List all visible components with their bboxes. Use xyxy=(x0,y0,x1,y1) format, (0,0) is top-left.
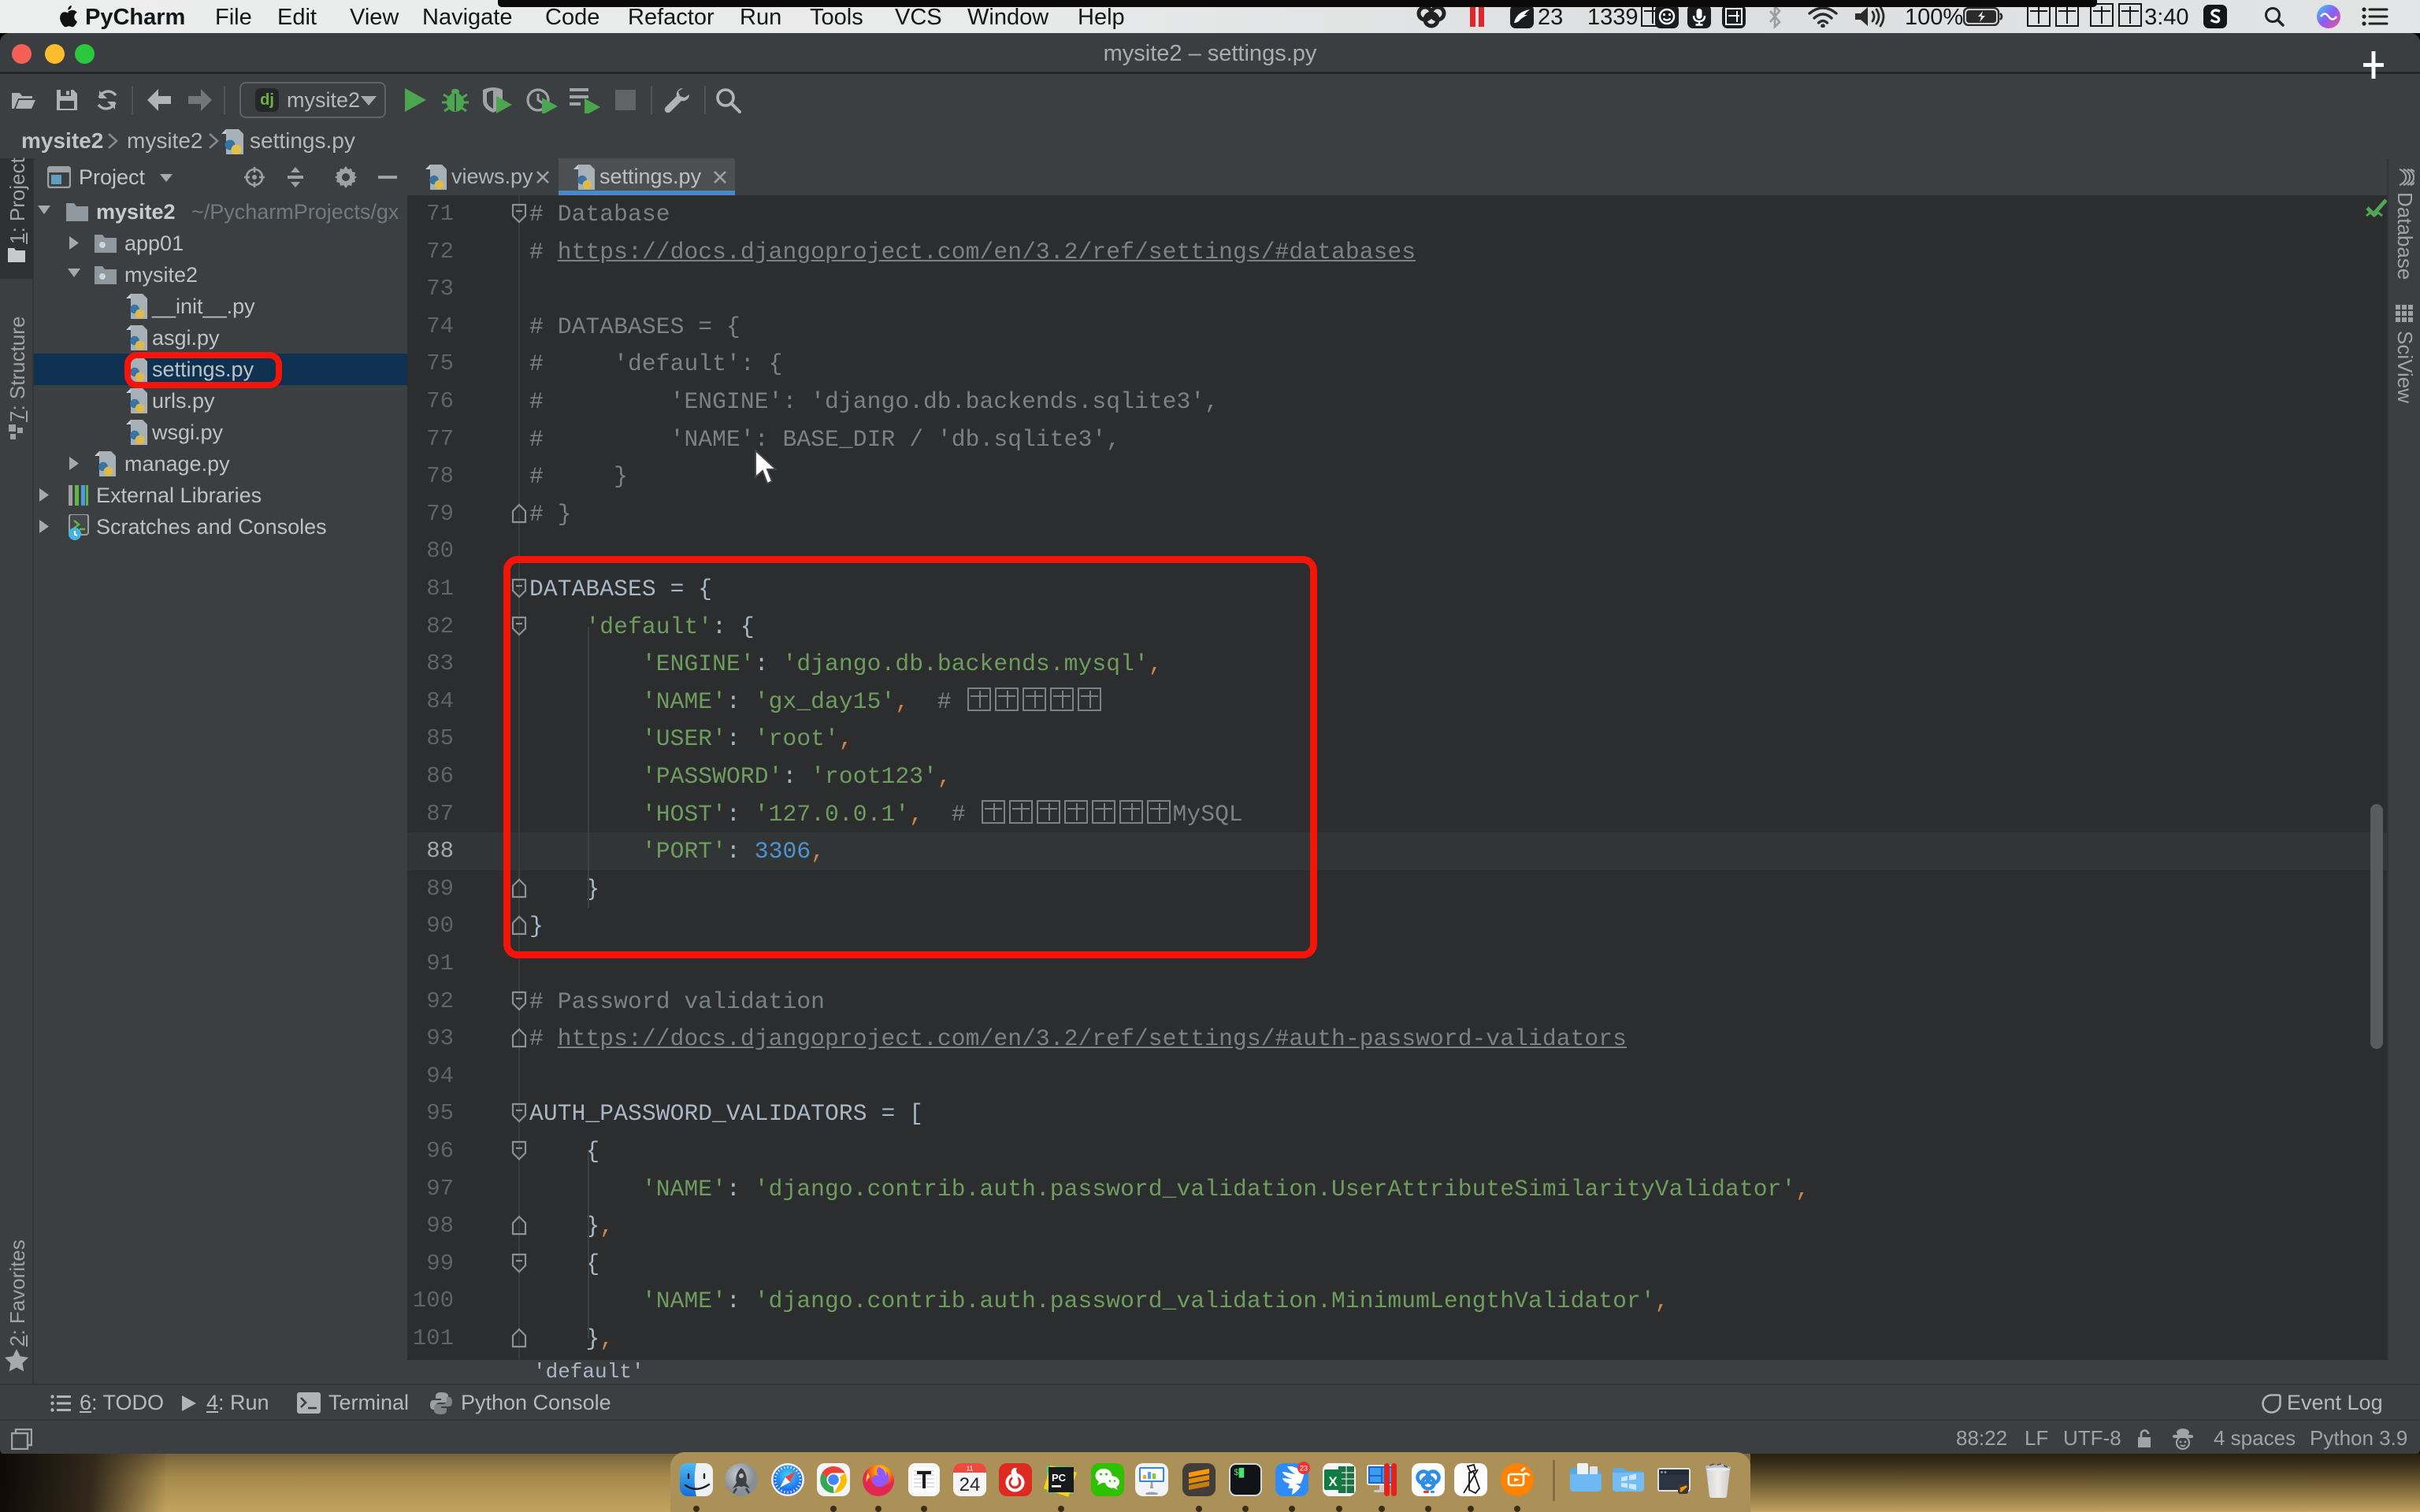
svg-text:$█: $█ xyxy=(1234,1467,1245,1478)
svg-text:23: 23 xyxy=(1300,1465,1308,1473)
svg-text:11: 11 xyxy=(967,1465,974,1473)
svg-text:24: 24 xyxy=(959,1474,981,1495)
svg-text:PC: PC xyxy=(1052,1472,1067,1484)
svg-text:X: X xyxy=(1328,1474,1338,1489)
